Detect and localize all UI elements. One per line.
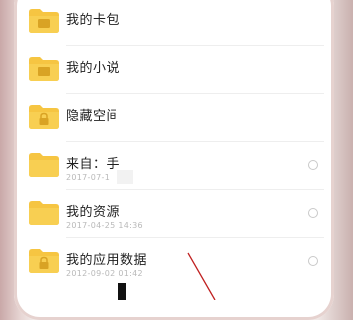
annotation-arrow xyxy=(187,252,216,300)
